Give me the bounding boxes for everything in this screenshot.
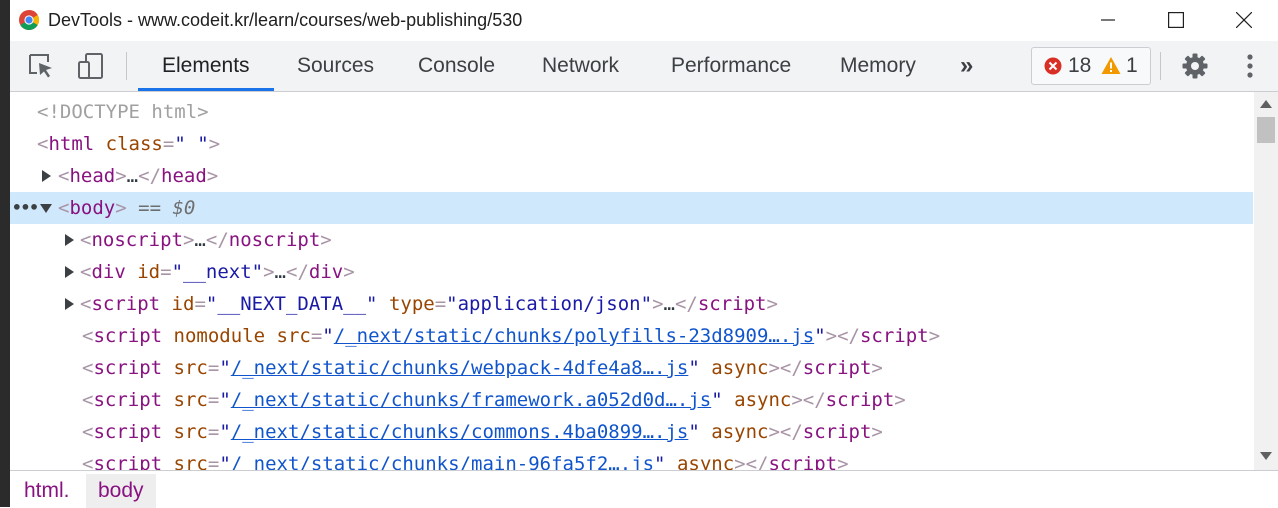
- tab-network[interactable]: Network: [542, 41, 619, 91]
- more-vertical-icon: [1247, 54, 1253, 78]
- expand-arrow-icon[interactable]: [65, 234, 74, 246]
- collapse-arrow-icon[interactable]: [40, 204, 52, 213]
- toolbar-separator: [1160, 52, 1161, 80]
- tree-node-body-selected[interactable]: ••• <body> == $0: [10, 192, 1253, 224]
- more-tabs-button[interactable]: »: [960, 41, 973, 91]
- active-tab-indicator: [138, 88, 274, 91]
- tree-node-script-next-data[interactable]: <script id="__NEXT_DATA__" type="applica…: [10, 288, 1253, 320]
- toolbar-separator: [126, 52, 127, 80]
- inspect-element-button[interactable]: [26, 51, 56, 81]
- error-icon: [1044, 57, 1062, 75]
- vertical-scrollbar[interactable]: [1254, 92, 1278, 470]
- scroll-down-arrow-icon[interactable]: [1260, 452, 1272, 460]
- maximize-icon: [1168, 12, 1184, 28]
- close-window-button[interactable]: [1221, 4, 1267, 36]
- settings-button[interactable]: [1180, 51, 1210, 81]
- issues-counter[interactable]: 18 1: [1031, 47, 1151, 85]
- tree-node-script-main[interactable]: <script src="/_next/static/chunks/main-9…: [10, 448, 1253, 470]
- chrome-logo-icon: [19, 10, 39, 30]
- breadcrumb-item-body[interactable]: body: [86, 474, 156, 508]
- tree-node-noscript[interactable]: <noscript>…</noscript>: [10, 224, 1253, 256]
- script-src-link[interactable]: /_next/static/chunks/webpack-4dfe4a8….js: [231, 357, 689, 379]
- tree-node-doctype[interactable]: <!DOCTYPE html>: [10, 96, 1253, 128]
- script-src-link[interactable]: /_next/static/chunks/polyfills-23d8909….…: [334, 325, 814, 347]
- expand-arrow-icon[interactable]: [42, 170, 51, 182]
- expand-arrow-icon[interactable]: [65, 298, 74, 310]
- devtools-toolbar: Elements Sources Console Network Perform…: [10, 41, 1278, 92]
- tree-node-head[interactable]: <head>…</head>: [10, 160, 1253, 192]
- tree-node-script-webpack[interactable]: <script src="/_next/static/chunks/webpac…: [10, 352, 1253, 384]
- error-count: 18: [1068, 54, 1092, 77]
- device-toolbar-icon: [78, 53, 103, 79]
- minimize-button[interactable]: [1085, 4, 1131, 36]
- tree-node-script-framework[interactable]: <script src="/_next/static/chunks/framew…: [10, 384, 1253, 416]
- window-title: DevTools - www.codeit.kr/learn/courses/w…: [48, 10, 523, 30]
- tab-elements[interactable]: Elements: [162, 41, 250, 91]
- customize-menu-button[interactable]: [1235, 51, 1265, 81]
- inspect-element-icon: [29, 54, 52, 78]
- elements-tree: <!DOCTYPE html> <html class=" "> <head>……: [10, 92, 1253, 470]
- tree-node-script-polyfills[interactable]: <script nomodule src="/_next/static/chun…: [10, 320, 1253, 352]
- devtools-window: DevTools - www.codeit.kr/learn/courses/w…: [10, 0, 1278, 508]
- tab-sources[interactable]: Sources: [297, 41, 374, 91]
- tab-memory[interactable]: Memory: [840, 41, 916, 91]
- breadcrumb: html. body: [10, 470, 1278, 508]
- breadcrumb-item-html[interactable]: html.: [12, 474, 82, 508]
- minimize-icon: [1101, 19, 1115, 21]
- script-src-link[interactable]: /_next/static/chunks/framework.a052d0d….…: [231, 389, 711, 411]
- tree-node-div-next[interactable]: <div id="__next">…</div>: [10, 256, 1253, 288]
- expand-arrow-icon[interactable]: [65, 266, 74, 278]
- tree-node-script-commons[interactable]: <script src="/_next/static/chunks/common…: [10, 416, 1253, 448]
- scroll-up-arrow-icon[interactable]: [1260, 100, 1272, 108]
- maximize-button[interactable]: [1153, 4, 1199, 36]
- warning-icon: [1101, 57, 1121, 74]
- scrollbar-thumb[interactable]: [1257, 117, 1275, 143]
- close-icon: [1236, 12, 1252, 28]
- script-src-link[interactable]: /_next/static/chunks/main-96fa5f2….js: [231, 453, 654, 470]
- node-actions-icon[interactable]: •••: [12, 192, 39, 224]
- tab-console[interactable]: Console: [418, 41, 495, 91]
- tab-performance[interactable]: Performance: [671, 41, 791, 91]
- script-src-link[interactable]: /_next/static/chunks/commons.4ba0899….js: [231, 421, 689, 443]
- title-bar: DevTools - www.codeit.kr/learn/courses/w…: [10, 0, 1278, 41]
- warning-count: 1: [1126, 54, 1138, 77]
- tree-node-html[interactable]: <html class=" ">: [10, 128, 1253, 160]
- gear-icon: [1182, 53, 1208, 79]
- device-toolbar-button[interactable]: [76, 51, 106, 81]
- background-window-strip: [0, 0, 10, 507]
